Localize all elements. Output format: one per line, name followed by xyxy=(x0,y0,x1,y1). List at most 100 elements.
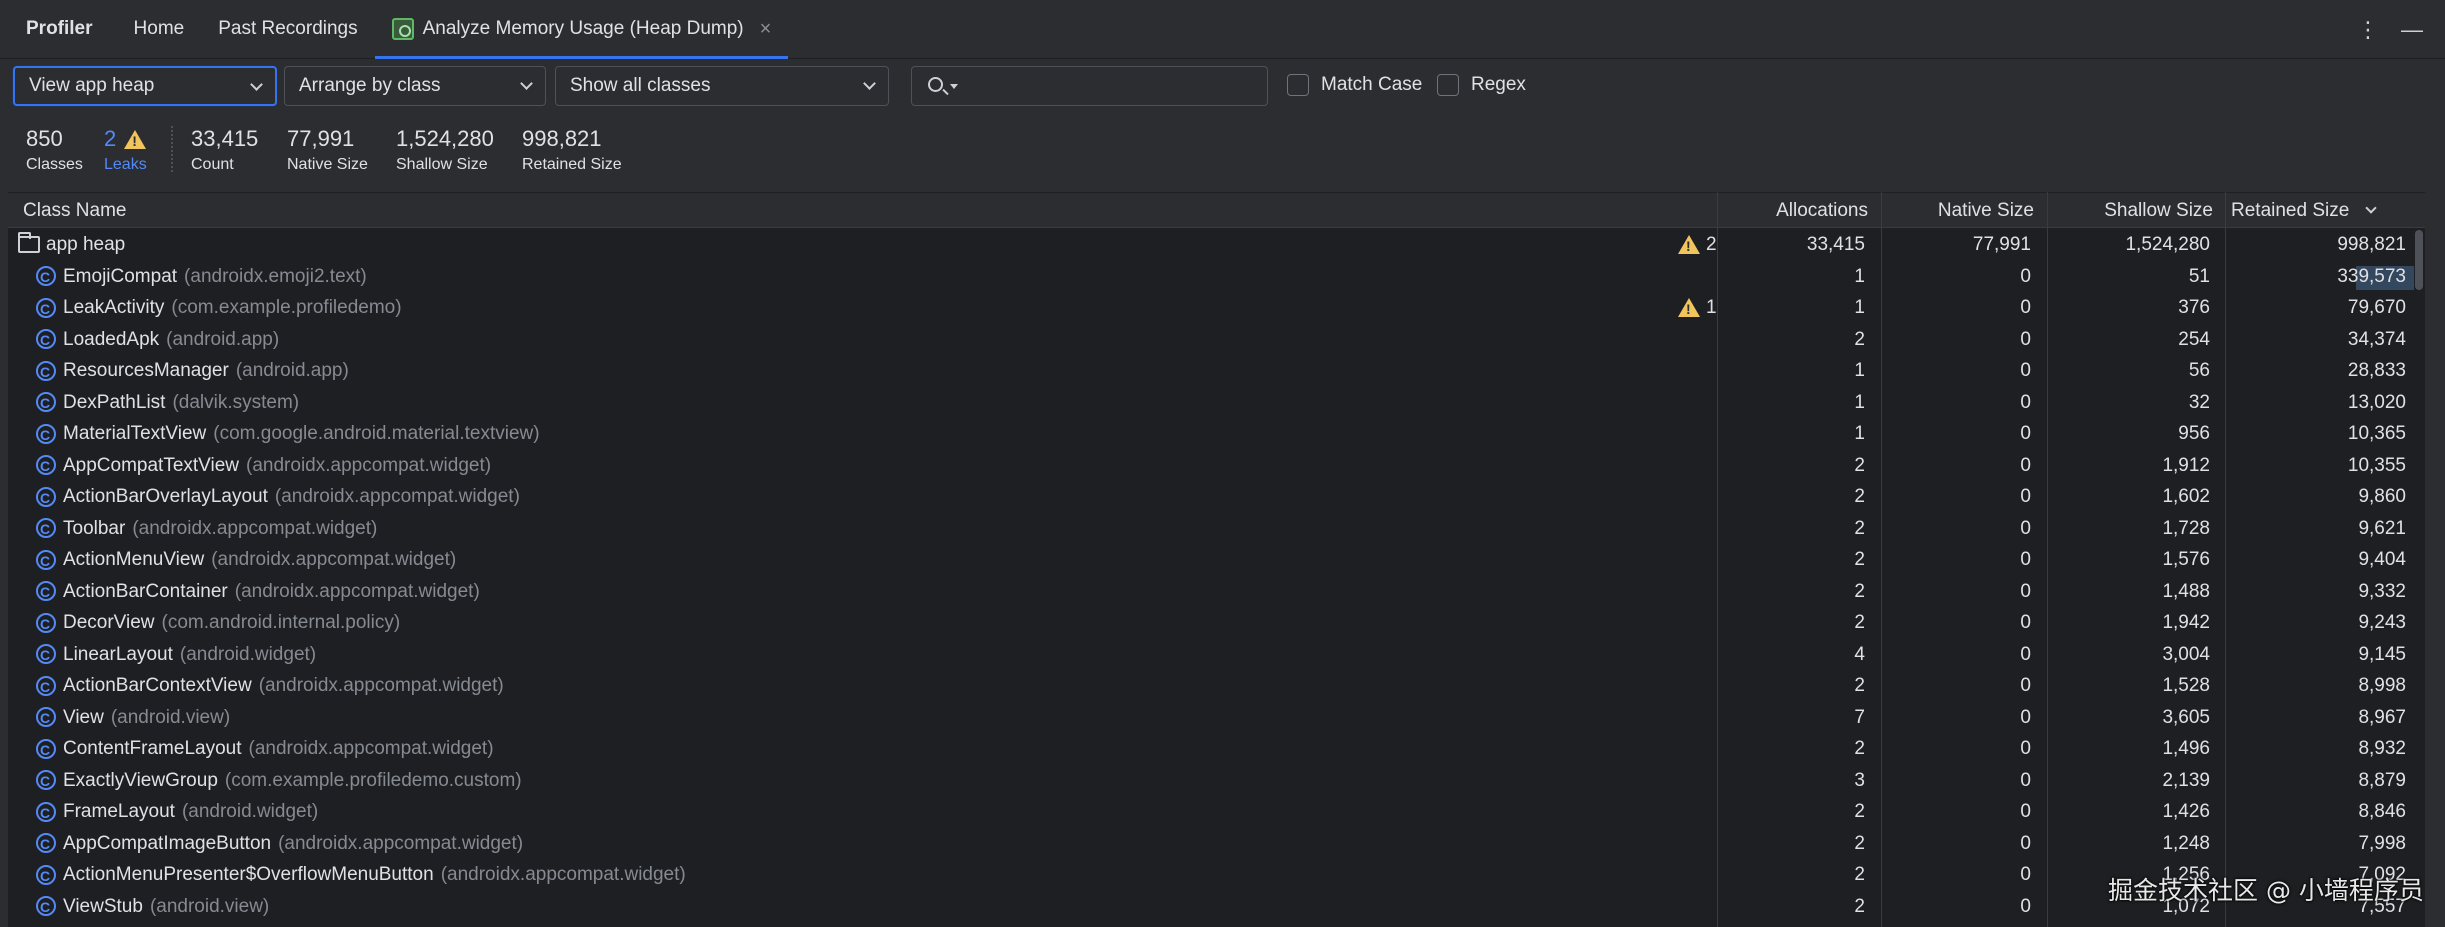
class-icon xyxy=(36,483,56,514)
allocations-cell: 4 xyxy=(1854,643,1865,665)
shallow-size-cell: 1,602 xyxy=(2162,486,2210,507)
class-icon xyxy=(36,703,56,735)
class-name-cell: ActionBarOverlayLayout (androidx.appcompa… xyxy=(36,481,520,514)
table-row[interactable]: LoadedApk (android.app) 2 0 254 34,374 xyxy=(8,324,2425,357)
table-row[interactable]: Toolbar (androidx.appcompat.widget) 2 0 1,72… xyxy=(8,513,2425,546)
table-row[interactable]: AppCompatImageButton (androidx.appcompat.… xyxy=(8,828,2425,861)
class-icon xyxy=(36,420,56,451)
native-size-cell: 0 xyxy=(2020,675,2031,696)
tab-home[interactable]: Home xyxy=(117,0,202,59)
table-row[interactable]: DecorView (com.android.internal.policy) 2 0… xyxy=(8,607,2425,640)
retained-size-cell: 13,020 xyxy=(2347,391,2406,413)
regex-checkbox[interactable]: Regex xyxy=(1437,74,1526,96)
allocations-cell: 2 xyxy=(1854,517,1865,539)
shallow-size-cell: 1,248 xyxy=(2162,832,2210,854)
stat-leaks[interactable]: 2 Leaks xyxy=(104,126,147,174)
table-row[interactable]: ResourcesManager (android.app) 1 0 56 28,833 xyxy=(8,355,2425,388)
table-row[interactable]: ActionBarOverlayLayout (androidx.appcompa… xyxy=(8,481,2425,514)
stat-value: 2 xyxy=(104,126,117,151)
column-retained-size[interactable]: Retained Size xyxy=(2231,193,2421,229)
class-name: Toolbar xyxy=(63,517,126,539)
regex-box[interactable] xyxy=(1437,74,1459,96)
class-icon xyxy=(36,294,56,325)
table-row[interactable]: ContentFrameLayout (androidx.appcompat.wi… xyxy=(8,733,2425,766)
package-name: (androidx.appcompat.widget) xyxy=(278,832,524,854)
column-retained-size-label: Retained Size xyxy=(2231,200,2350,221)
allocations-cell: 2 xyxy=(1854,832,1865,854)
package-name: (androidx.appcompat.widget) xyxy=(248,738,494,759)
class-icon xyxy=(36,829,56,861)
retained-size-cell: 8,932 xyxy=(2358,738,2406,759)
native-size-cell: 0 xyxy=(2020,549,2031,570)
table-row[interactable]: ViewStub(android.view)201,0727,557 xyxy=(8,891,2425,924)
column-native-size[interactable]: Native Size xyxy=(1878,193,2034,229)
table-row-root[interactable]: app heap 2 33,415 77,991 1,524,280 998,821 xyxy=(8,229,2425,261)
table-row[interactable]: FrameLayout (android.widget) 2 0 1,426 8,846 xyxy=(8,796,2425,829)
table-row[interactable]: MaterialTextView (com.google.android.mate… xyxy=(8,418,2425,451)
arrange-select[interactable]: Arrange by class xyxy=(284,66,546,106)
column-shallow-size[interactable]: Shallow Size xyxy=(2048,193,2213,229)
close-icon[interactable]: × xyxy=(760,18,772,41)
search-options-icon[interactable] xyxy=(950,84,958,89)
class-icon xyxy=(36,861,56,892)
package-name: (androidx.appcompat.widget) xyxy=(211,549,457,570)
column-allocations[interactable]: Allocations xyxy=(1718,193,1868,229)
tab-analyze-memory-usage[interactable]: Analyze Memory Usage (Heap Dump) × xyxy=(374,0,789,59)
native-size-cell: 0 xyxy=(2020,801,2031,822)
heap-select-value: View app heap xyxy=(29,75,155,96)
table-row[interactable]: ExactlyViewGroup (com.example.profiledemo… xyxy=(8,765,2425,798)
native-size-cell: 0 xyxy=(2020,643,2031,665)
class-name-cell: LeakActivity (com.example.profiledemo) xyxy=(36,292,402,325)
column-class-name[interactable]: Class Name xyxy=(23,193,126,229)
shallow-size-cell: 1,942 xyxy=(2162,612,2210,633)
filter-select[interactable]: Show all classes xyxy=(555,66,889,106)
package-name: (android.widget) xyxy=(181,801,319,822)
package-name: (com.example.profiledemo) xyxy=(171,297,402,318)
stat-value: 850 xyxy=(26,126,63,151)
native-size-cell: 0 xyxy=(2020,738,2031,759)
table-row[interactable]: ActionMenuView (androidx.appcompat.widget… xyxy=(8,544,2425,577)
class-name: ExactlyViewGroup xyxy=(63,769,218,791)
table-row[interactable]: AppCompatTextView (androidx.appcompat.wid… xyxy=(8,450,2425,483)
stat-value: 1,524,280 xyxy=(396,126,494,151)
search-input[interactable] xyxy=(962,71,1257,101)
retained-size-cell: 9,404 xyxy=(2358,549,2406,570)
stat-label: Classes xyxy=(26,156,83,173)
shallow-size-cell: 1,488 xyxy=(2162,580,2210,602)
class-name: ResourcesManager xyxy=(63,360,229,381)
shallow-size-cell: 2,139 xyxy=(2162,769,2210,791)
stat-classes: 850 Classes xyxy=(26,126,83,174)
table-row[interactable]: LeakActivity (com.example.profiledemo) 1 1 0… xyxy=(8,292,2425,325)
table-row[interactable]: EmojiCompat (androidx.emoji2.text) 1 0 51 339… xyxy=(8,261,2425,294)
table-row[interactable]: View (android.view) 7 0 3,605 8,967 xyxy=(8,702,2425,735)
class-name-cell: View (android.view) xyxy=(36,702,230,735)
package-name: (android.widget) xyxy=(179,643,317,665)
shallow-size-cell: 1,576 xyxy=(2162,549,2210,570)
tab-profiler[interactable]: Profiler xyxy=(0,0,117,59)
table-row[interactable]: ActionMenuPresenter$OverflowMenuButton (a… xyxy=(8,859,2425,892)
class-name: MaterialTextView xyxy=(63,423,207,444)
search-icon[interactable] xyxy=(928,77,943,92)
stat-count: 33,415 Count xyxy=(191,126,258,174)
regex-label: Regex xyxy=(1471,74,1526,95)
table-row[interactable]: DexPathList (dalvik.system) 1 0 32 13,020 xyxy=(8,387,2425,420)
table-row[interactable]: ActionBarContextView (androidx.appcompat.… xyxy=(8,670,2425,703)
folder-icon xyxy=(18,232,40,254)
package-name: (com.android.internal.policy) xyxy=(161,612,401,633)
heap-select[interactable]: View app heap xyxy=(13,66,277,106)
class-name: AppCompatTextView xyxy=(63,454,240,476)
package-name: (android.app) xyxy=(166,328,280,350)
minimize-icon[interactable]: — xyxy=(2401,17,2423,43)
match-case-box[interactable] xyxy=(1287,74,1309,96)
class-name: ContentFrameLayout xyxy=(63,738,242,759)
class-icon xyxy=(36,262,56,294)
match-case-checkbox[interactable]: Match Case xyxy=(1287,74,1422,96)
table-row[interactable]: ActionBarContainer (androidx.appcompat.wi… xyxy=(8,576,2425,609)
allocations-cell: 1 xyxy=(1854,423,1865,444)
class-name-cell: EmojiCompat (androidx.emoji2.text) xyxy=(36,261,367,294)
tab-past-recordings[interactable]: Past Recordings xyxy=(201,0,374,59)
class-icon xyxy=(36,577,56,609)
search-field[interactable] xyxy=(911,66,1268,106)
table-row[interactable]: LinearLayout (android.widget) 4 0 3,004 9,145 xyxy=(8,639,2425,672)
more-options-icon[interactable]: ⋮ xyxy=(2357,17,2379,43)
